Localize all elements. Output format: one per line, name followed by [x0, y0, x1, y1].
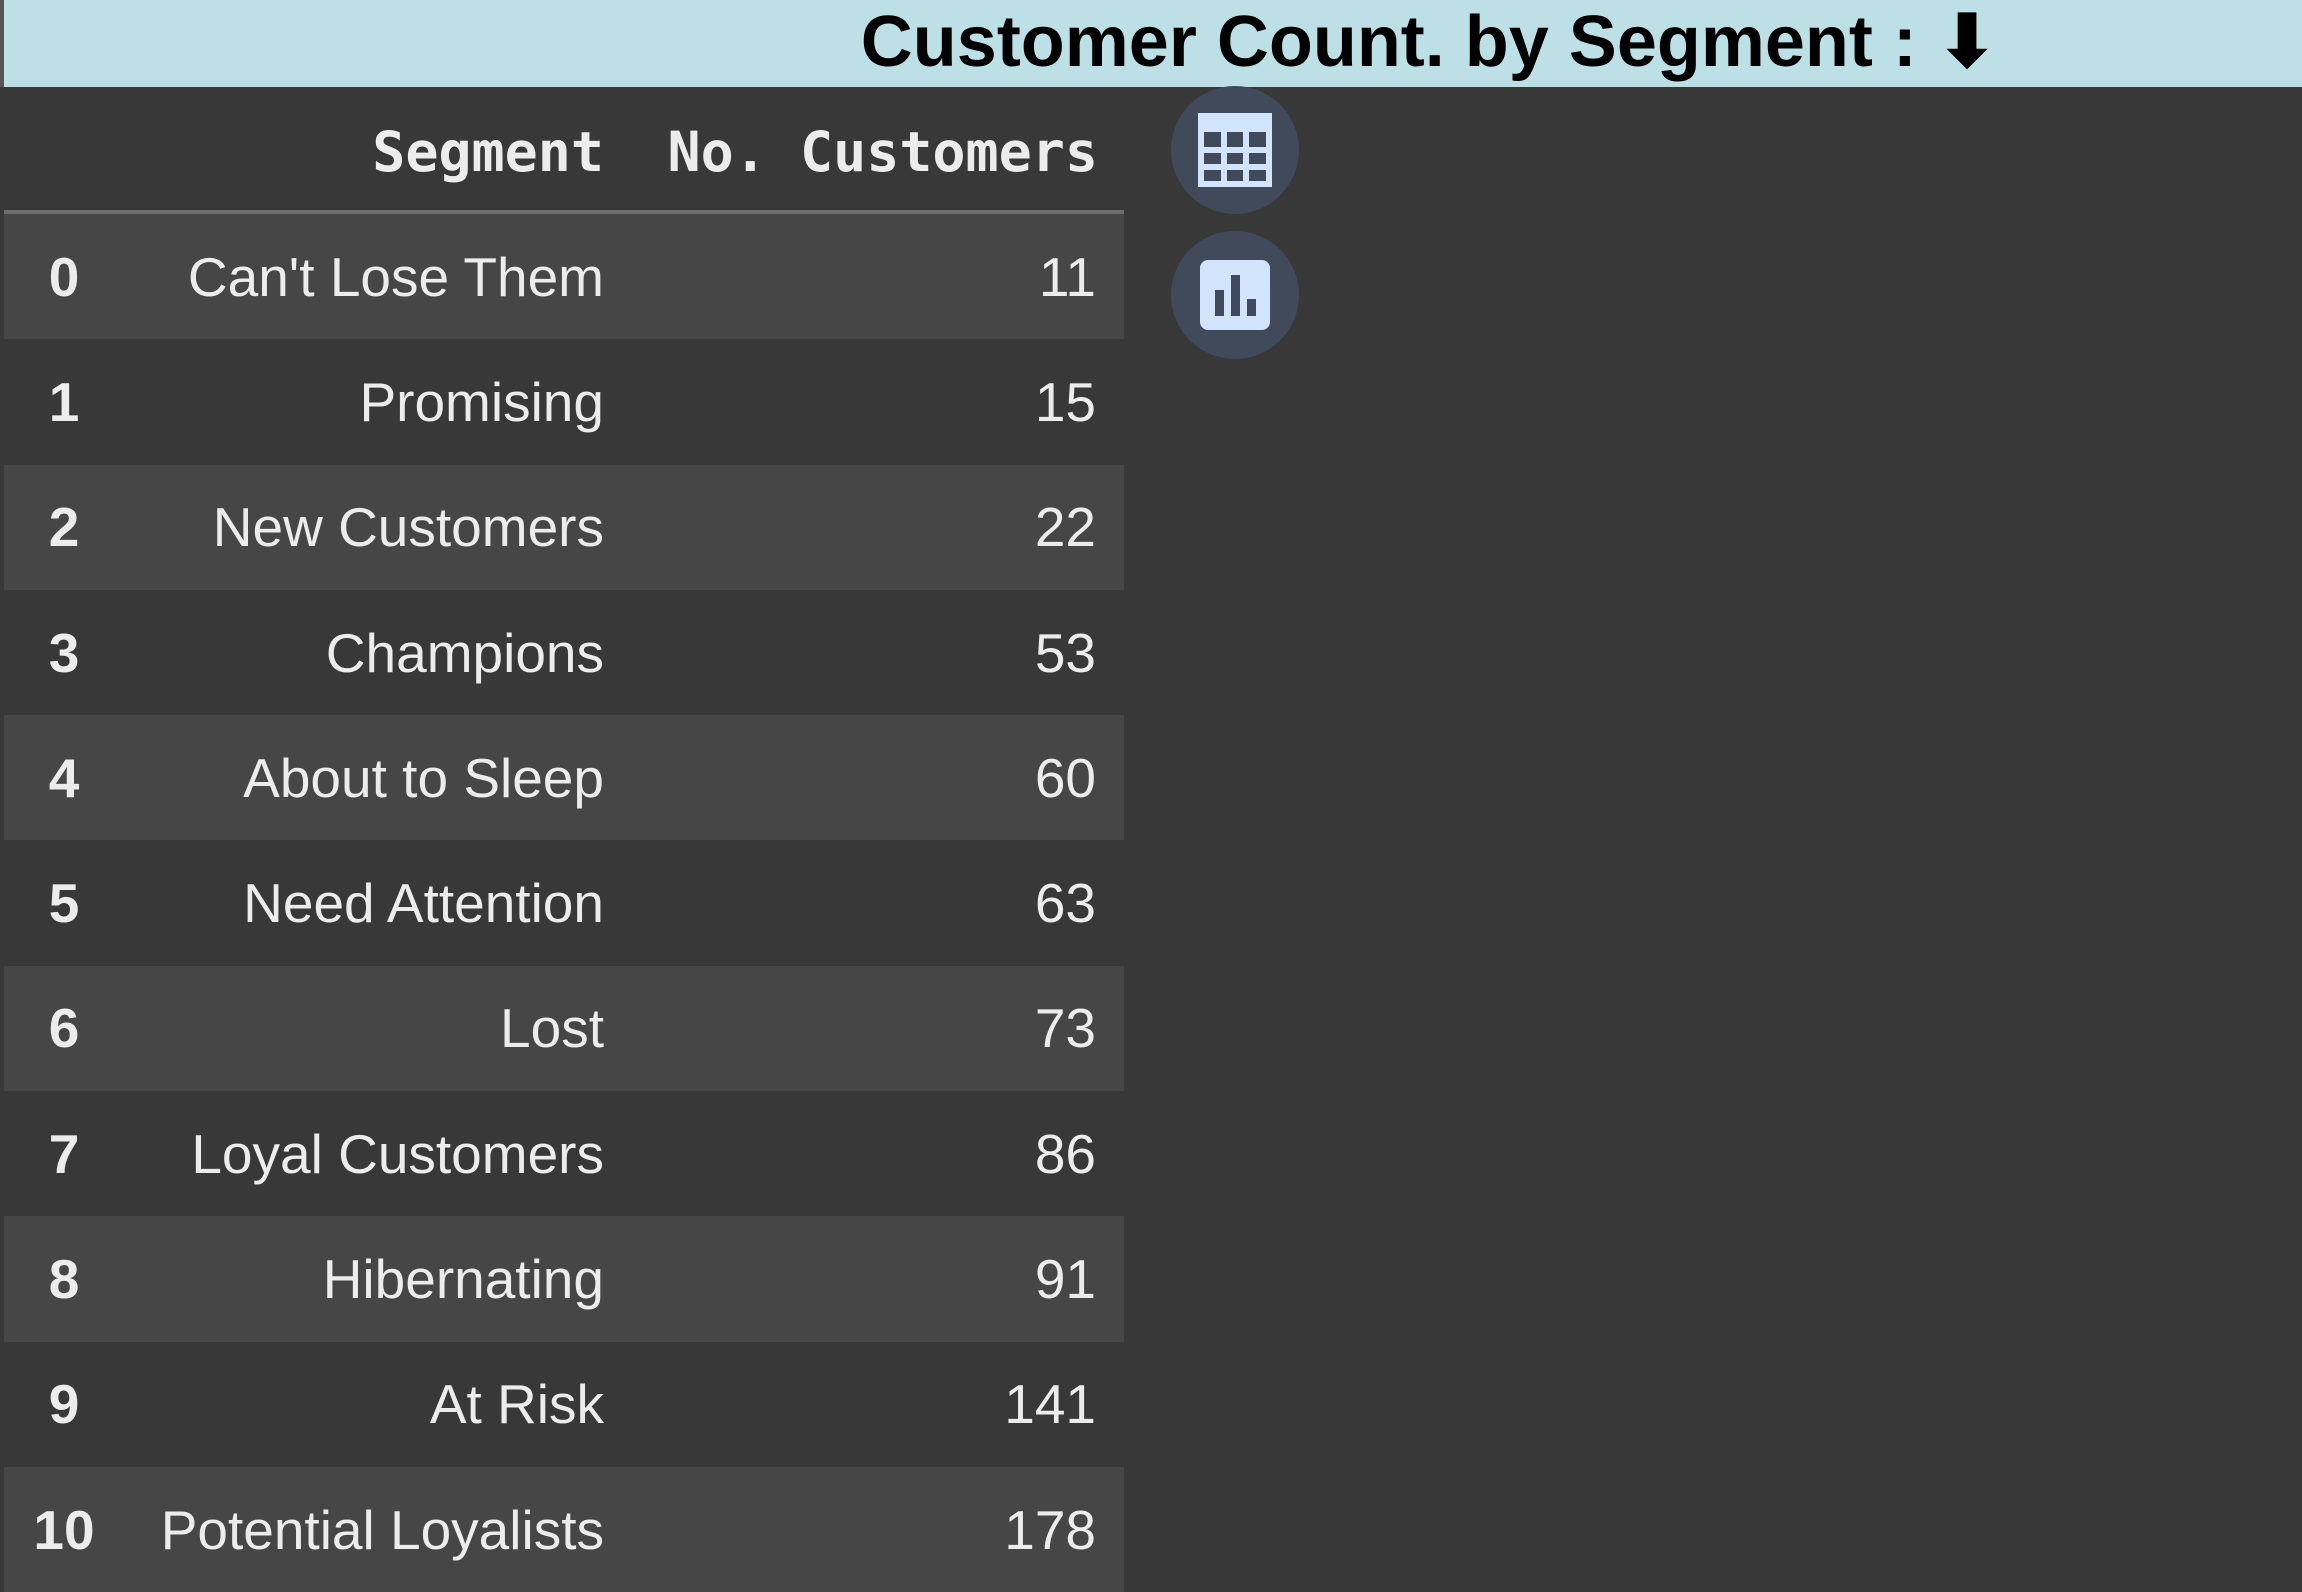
segment-cell: Loyal Customers [191, 1122, 604, 1185]
convert-to-interactive-table-button[interactable] [1171, 86, 1299, 214]
row-index: 1 [48, 370, 80, 433]
title-bar: Customer Count. by Segment : ⬇ [0, 0, 2302, 87]
table-row: 2 New Customers 22 [4, 464, 1124, 590]
page-title: Customer Count. by Segment : ⬇ [860, 2, 1998, 82]
segment-cell: Potential Loyalists [160, 1498, 604, 1561]
count-cell: 178 [1004, 1498, 1096, 1561]
table-row: 10 Potential Loyalists 178 [4, 1466, 1124, 1592]
row-index: 9 [48, 1373, 80, 1436]
suggest-charts-button[interactable] [1171, 231, 1299, 359]
row-index: 7 [48, 1122, 80, 1185]
count-cell: 63 [1034, 872, 1096, 935]
table-row: 0 Can't Lose Them 11 [4, 214, 1124, 340]
row-index: 2 [48, 496, 80, 559]
table-row: 6 Lost 73 [4, 965, 1124, 1092]
count-cell: 141 [1004, 1373, 1096, 1436]
count-cell: 86 [1034, 1122, 1096, 1185]
row-index: 0 [48, 245, 80, 308]
row-index: 6 [48, 997, 80, 1060]
count-cell: 11 [1038, 245, 1096, 308]
table-row: 7 Loyal Customers 86 [4, 1091, 1124, 1217]
segment-cell: Hibernating [322, 1248, 604, 1311]
count-cell: 15 [1034, 370, 1096, 433]
column-header-segment: Segment [372, 120, 604, 184]
table-row: 3 Champions 53 [4, 589, 1124, 716]
table-row: 5 Need Attention 63 [4, 840, 1124, 966]
segment-cell: Promising [359, 370, 604, 433]
row-index: 10 [33, 1498, 95, 1561]
table-row: 1 Promising 15 [4, 339, 1124, 465]
segment-cell: Lost [500, 997, 604, 1060]
segment-cell: New Customers [212, 496, 604, 559]
bar-chart-icon [1200, 260, 1270, 330]
count-cell: 73 [1034, 997, 1096, 1060]
row-index: 4 [48, 746, 80, 809]
table-body: 0 Can't Lose Them 11 1 Promising 15 2 Ne… [4, 214, 1124, 1592]
column-header-customers: No. Customers [667, 120, 1098, 184]
table-icon [1198, 113, 1272, 187]
count-cell: 60 [1034, 746, 1096, 809]
row-index: 8 [48, 1248, 80, 1311]
row-index: 5 [48, 872, 80, 935]
segment-cell: Can't Lose Them [187, 245, 604, 308]
table-row: 4 About to Sleep 60 [4, 715, 1124, 841]
count-cell: 22 [1034, 496, 1096, 559]
table-header: Segment No. Customers [4, 87, 1124, 214]
table-row: 8 Hibernating 91 [4, 1216, 1124, 1342]
segment-cell: About to Sleep [243, 746, 604, 809]
dataframe-table: Segment No. Customers 0 Can't Lose Them … [4, 87, 1124, 1592]
segment-cell: Need Attention [243, 872, 604, 935]
segment-cell: Champions [325, 621, 604, 684]
count-cell: 91 [1034, 1248, 1096, 1311]
row-index: 3 [48, 621, 80, 684]
table-row: 9 At Risk 141 [4, 1341, 1124, 1467]
count-cell: 53 [1034, 621, 1096, 684]
segment-cell: At Risk [429, 1373, 604, 1436]
